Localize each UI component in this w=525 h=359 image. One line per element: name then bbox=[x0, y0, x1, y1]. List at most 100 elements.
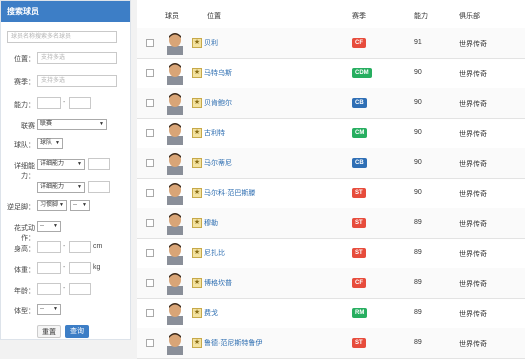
age-label: 年龄： bbox=[14, 288, 35, 295]
header-player[interactable]: 球员 bbox=[165, 11, 179, 21]
chevron-down-icon: ▼ bbox=[53, 223, 58, 229]
row-checkbox[interactable] bbox=[146, 39, 154, 47]
table-row[interactable]: ★ 博格坎普 CF 89 世界传奇 bbox=[137, 268, 525, 299]
range-dash: - bbox=[63, 285, 66, 292]
club-name: 世界传奇 bbox=[459, 311, 487, 318]
season-label: 赛季： bbox=[14, 79, 35, 86]
avatar bbox=[165, 31, 185, 55]
height-min-input[interactable] bbox=[37, 241, 61, 253]
table-row[interactable]: ★ 马尔蒂尼 CB 90 世界传奇 bbox=[137, 148, 525, 179]
row-checkbox[interactable] bbox=[146, 279, 154, 287]
club-name: 世界传奇 bbox=[459, 281, 487, 288]
header-season[interactable]: 赛季 bbox=[352, 11, 366, 21]
team-select[interactable]: 球队 ▼ bbox=[37, 138, 63, 149]
star-icon: ★ bbox=[192, 128, 202, 138]
body-type-select[interactable]: -- ▼ bbox=[37, 304, 61, 315]
row-checkbox[interactable] bbox=[146, 99, 154, 107]
weak-foot-label: 逆足脚： bbox=[7, 204, 35, 211]
player-name-link[interactable]: 博格坎普 bbox=[204, 278, 232, 288]
header-position[interactable]: 位置 bbox=[207, 11, 221, 21]
height-label: 身高： bbox=[14, 246, 35, 253]
table-row[interactable]: ★ 鲁德·范尼斯特鲁伊 ST 89 世界传奇 bbox=[137, 328, 525, 359]
club-name: 世界传奇 bbox=[459, 131, 487, 138]
header-club[interactable]: 俱乐部 bbox=[459, 11, 480, 21]
player-name-link[interactable]: 马尔科·范巴斯滕 bbox=[204, 188, 255, 198]
table-row[interactable]: ★ 贝利 CF 91 世界传奇 bbox=[137, 28, 525, 59]
player-name-link[interactable]: 古利特 bbox=[204, 128, 225, 138]
detail-ability-input-1[interactable] bbox=[88, 158, 110, 170]
row-checkbox[interactable] bbox=[146, 69, 154, 77]
chevron-down-icon: ▼ bbox=[53, 306, 58, 312]
rating-value: 89 bbox=[414, 309, 422, 316]
player-name-link[interactable]: 贝肯鲍尔 bbox=[204, 98, 232, 108]
player-name-link[interactable]: 马尔蒂尼 bbox=[204, 158, 232, 168]
ability-max-input[interactable] bbox=[69, 97, 91, 109]
sidebar-title: 搜索球员 bbox=[1, 1, 130, 22]
star-icon: ★ bbox=[192, 38, 202, 48]
player-name-link[interactable]: 尼扎比 bbox=[204, 248, 225, 258]
table-row[interactable]: ★ 贝肯鲍尔 CB 90 世界传奇 bbox=[137, 88, 525, 119]
club-name: 世界传奇 bbox=[459, 161, 487, 168]
player-name-link[interactable]: 鲁德·范尼斯特鲁伊 bbox=[204, 338, 262, 348]
chevron-down-icon: ▼ bbox=[99, 121, 104, 127]
star-icon: ★ bbox=[192, 218, 202, 228]
star-icon: ★ bbox=[192, 308, 202, 318]
rating-value: 90 bbox=[414, 99, 422, 106]
weight-max-input[interactable] bbox=[69, 262, 91, 274]
range-dash: - bbox=[63, 264, 66, 271]
chevron-down-icon: ▼ bbox=[55, 140, 60, 146]
ability-min-input[interactable] bbox=[37, 97, 61, 109]
star-icon: ★ bbox=[192, 188, 202, 198]
team-label: 球队： bbox=[14, 142, 35, 149]
table-row[interactable]: ★ 穆勒 ST 89 世界传奇 bbox=[137, 208, 525, 239]
rating-value: 90 bbox=[414, 159, 422, 166]
row-checkbox[interactable] bbox=[146, 159, 154, 167]
weight-label: 体重： bbox=[14, 267, 35, 274]
position-badge: CB bbox=[352, 158, 367, 168]
table-row[interactable]: ★ 尼扎比 ST 89 世界传奇 bbox=[137, 238, 525, 269]
table-row[interactable]: ★ 马特乌斯 CDM 90 世界传奇 bbox=[137, 58, 525, 89]
preferred-foot-select[interactable]: 习惯脚 ▼ bbox=[37, 200, 67, 211]
rating-value: 90 bbox=[414, 129, 422, 136]
league-select[interactable]: 联赛 ▼ bbox=[37, 119, 107, 130]
rating-value: 91 bbox=[414, 39, 422, 46]
skill-moves-select[interactable]: -- ▼ bbox=[37, 221, 61, 232]
age-max-input[interactable] bbox=[69, 283, 91, 295]
body-type-label: 体型： bbox=[14, 308, 35, 315]
player-search-input[interactable]: 球员名称搜索多名球员 bbox=[7, 31, 117, 43]
player-name-link[interactable]: 马特乌斯 bbox=[204, 68, 232, 78]
league-label: 联赛 bbox=[21, 123, 35, 130]
detail-ability-select-2[interactable]: 详细能力 ▼ bbox=[37, 182, 85, 193]
reset-button[interactable]: 重置 bbox=[37, 325, 61, 338]
row-checkbox[interactable] bbox=[146, 189, 154, 197]
star-icon: ★ bbox=[192, 248, 202, 258]
row-checkbox[interactable] bbox=[146, 129, 154, 137]
detail-ability-select-1[interactable]: 详细能力 ▼ bbox=[37, 159, 85, 170]
header-rating[interactable]: 能力 bbox=[414, 11, 428, 21]
table-row[interactable]: ★ 马尔科·范巴斯滕 ST 90 世界传奇 bbox=[137, 178, 525, 209]
rating-value: 89 bbox=[414, 219, 422, 226]
table-header: 球员 位置 赛季 能力 俱乐部 bbox=[137, 0, 525, 29]
player-name-link[interactable]: 费戈 bbox=[204, 308, 218, 318]
height-max-input[interactable] bbox=[69, 241, 91, 253]
detail-ability-label: 详细能力： bbox=[14, 163, 35, 180]
avatar bbox=[165, 271, 185, 295]
season-input[interactable]: 支持多选 bbox=[37, 75, 117, 87]
weak-foot-select[interactable]: -- ▼ bbox=[70, 200, 90, 211]
search-button[interactable]: 查询 bbox=[65, 325, 89, 338]
club-name: 世界传奇 bbox=[459, 191, 487, 198]
position-badge: CF bbox=[352, 38, 366, 48]
age-min-input[interactable] bbox=[37, 283, 61, 295]
player-name-link[interactable]: 穆勒 bbox=[204, 218, 218, 228]
detail-ability-input-2[interactable] bbox=[88, 181, 110, 193]
star-icon: ★ bbox=[192, 68, 202, 78]
table-row[interactable]: ★ 费戈 RM 89 世界传奇 bbox=[137, 298, 525, 329]
row-checkbox[interactable] bbox=[146, 339, 154, 347]
row-checkbox[interactable] bbox=[146, 249, 154, 257]
row-checkbox[interactable] bbox=[146, 309, 154, 317]
table-row[interactable]: ★ 古利特 CM 90 世界传奇 bbox=[137, 118, 525, 149]
player-name-link[interactable]: 贝利 bbox=[204, 38, 218, 48]
position-input[interactable]: 支持多选 bbox=[37, 52, 117, 64]
weight-min-input[interactable] bbox=[37, 262, 61, 274]
row-checkbox[interactable] bbox=[146, 219, 154, 227]
